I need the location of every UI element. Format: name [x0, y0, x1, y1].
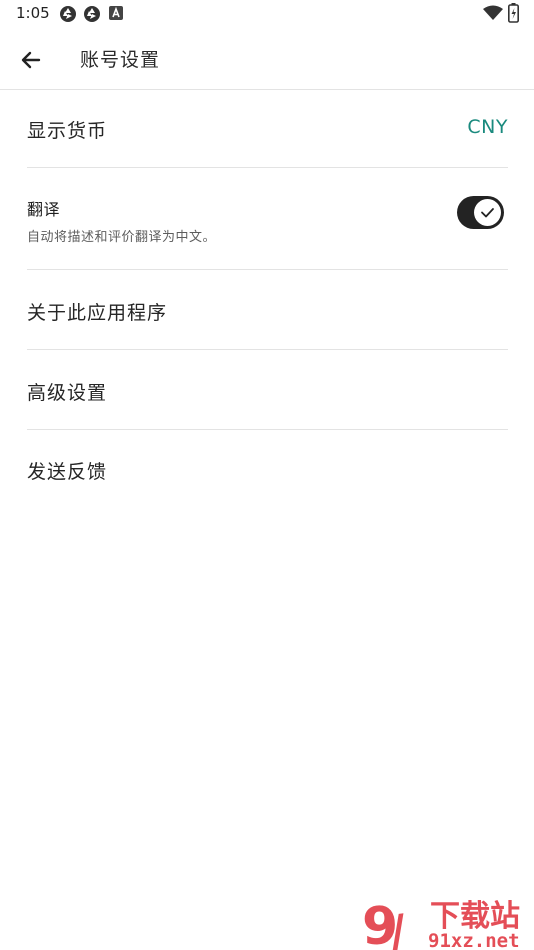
site-watermark-logo: 9 / 下载站 91xz.net [360, 892, 534, 950]
divider [27, 349, 508, 350]
wifi-icon [483, 5, 503, 20]
about-app-label: 关于此应用程序 [27, 302, 168, 324]
page-title: 账号设置 [80, 49, 161, 71]
settings-screen: 1:05 账号设置 显示货币 CNY 翻译 自动将描述和评价翻译为中文。 关于此… [0, 0, 534, 950]
translate-toggle[interactable] [457, 196, 504, 229]
send-feedback-label: 发送反馈 [27, 461, 108, 483]
battery-icon [508, 3, 519, 23]
advanced-settings-label: 高级设置 [27, 382, 108, 404]
currency-value: CNY [467, 116, 508, 138]
currency-setting-row[interactable]: 显示货币 CNY [27, 116, 508, 142]
about-app-row[interactable]: 关于此应用程序 [27, 298, 508, 324]
aperture-icon [84, 6, 100, 22]
translate-setting-row[interactable]: 翻译 自动将描述和评价翻译为中文。 [27, 196, 508, 245]
divider [27, 167, 508, 168]
currency-label: 显示货币 [27, 120, 108, 142]
watermark-text: 下载站 [430, 899, 520, 934]
arrow-left-icon [21, 51, 41, 69]
divider [27, 269, 508, 270]
watermark-site: 91xz.net [428, 930, 520, 950]
font-a-icon [109, 6, 123, 20]
app-bar: 账号设置 [0, 28, 534, 90]
aperture-icon [60, 6, 76, 22]
send-feedback-row[interactable]: 发送反馈 [27, 457, 508, 483]
translate-title: 翻译 [27, 200, 61, 219]
translate-description: 自动将描述和评价翻译为中文。 [27, 230, 217, 245]
check-icon [481, 208, 494, 218]
divider [27, 429, 508, 430]
status-time: 1:05 [16, 4, 50, 22]
toggle-thumb [474, 199, 501, 226]
back-button[interactable] [16, 45, 46, 75]
advanced-settings-row[interactable]: 高级设置 [27, 378, 508, 404]
status-bar: 1:05 [0, 0, 534, 28]
